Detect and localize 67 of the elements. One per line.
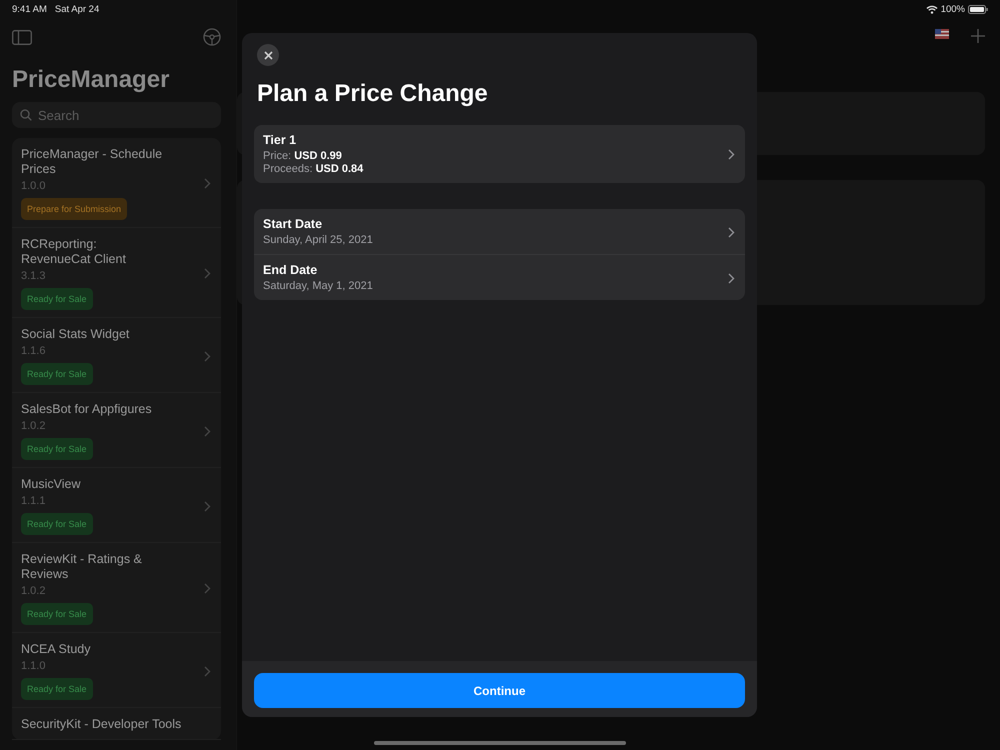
continue-button[interactable]: Continue	[254, 673, 745, 708]
plus-icon[interactable]	[971, 29, 985, 43]
status-badge: Ready for Sale	[21, 678, 93, 700]
date-value: Sunday, April 25, 2021	[263, 234, 374, 247]
tier-name: Tier 1	[263, 133, 298, 147]
status-time: 9:41 AM	[12, 4, 47, 14]
battery-percent: 100%	[940, 4, 965, 14]
chevron-icon	[728, 226, 735, 238]
status-badge: Ready for Sale	[21, 603, 93, 625]
app-list-item[interactable]: MusicView 1.1.1 Ready for Sale	[12, 468, 221, 543]
date-row[interactable]: Start Date Sunday, April 25, 2021	[254, 209, 745, 255]
status-date: Sat Apr 24	[54, 4, 100, 14]
app-list-item[interactable]: SalesBot for Appfigures 1.0.2 Ready for Sale	[12, 393, 221, 468]
chevron-icon	[204, 426, 211, 436]
status-badge: Prepare for Submission	[21, 198, 128, 220]
app-name: SecurityKit - Developer Tools	[21, 717, 182, 732]
app-list-item[interactable]: NCEA Study 1.1.0 Ready for Sale	[12, 633, 221, 708]
app-name: PriceManager - Schedule Prices	[21, 147, 163, 177]
app-version: 1.1.0	[21, 660, 46, 672]
date-value: Saturday, May 1, 2021	[263, 280, 374, 293]
app-version: 1.1.1	[21, 495, 46, 507]
app-name: SalesBot for Appfigures	[21, 402, 153, 417]
chevron-icon	[204, 583, 211, 594]
app-list-item[interactable]: ReviewKit - Ratings & Reviews 1.0.2 Ready for Sale	[12, 543, 221, 633]
chevron-icon	[204, 500, 211, 512]
chevron-icon	[204, 666, 211, 676]
chevron-icon	[728, 272, 735, 284]
battery-icon	[968, 4, 988, 14]
app-version: 3.1.3	[21, 270, 46, 282]
chevron-icon	[728, 149, 735, 160]
sidebar-toggle-icon[interactable]	[12, 30, 32, 44]
app-name: Social Stats Widget	[21, 327, 130, 342]
status-badge: Ready for Sale	[21, 438, 93, 460]
flag-icon[interactable]	[935, 29, 949, 39]
app-version: 1.0.0	[21, 180, 46, 192]
steering-wheel-icon[interactable]	[203, 28, 221, 46]
date-label: End Date	[263, 263, 318, 277]
tier-row[interactable]: Tier 1 Price: USD 0.99 Proceeds: USD 0.84	[254, 125, 745, 183]
app-version: 1.1.6	[21, 345, 46, 357]
app-title: PriceManager	[12, 66, 170, 94]
app-version: 1.0.2	[21, 420, 46, 432]
app-list-item[interactable]: Social Stats Widget 1.1.6 Ready for Sale	[12, 318, 221, 393]
app-name: RCReporting: RevenueCat Client	[21, 237, 127, 267]
app-name: MusicView	[21, 477, 82, 492]
app-version: 1.0.2	[21, 585, 46, 597]
search-icon	[20, 109, 32, 121]
app-list-item[interactable]: PriceManager - Schedule Prices 1.0.0 Prepare for Submission	[12, 138, 221, 228]
app-list-item[interactable]: SecurityKit - Developer Tools	[12, 708, 221, 740]
price-line: Price: USD 0.99	[263, 150, 343, 163]
chevron-icon	[204, 268, 211, 279]
status-badge: Ready for Sale	[21, 513, 93, 535]
wifi-icon	[926, 4, 938, 14]
close-icon	[264, 50, 272, 60]
search-field[interactable]: Search	[12, 102, 221, 128]
status-badge: Ready for Sale	[21, 288, 93, 310]
date-row[interactable]: End Date Saturday, May 1, 2021	[254, 255, 745, 300]
date-label: Start Date	[263, 217, 324, 231]
modal-title: Plan a Price Change	[257, 80, 489, 108]
app-name: ReviewKit - Ratings & Reviews	[21, 552, 143, 582]
close-button[interactable]	[257, 44, 279, 66]
price-line: Proceeds: USD 0.84	[263, 163, 364, 176]
app-name: NCEA Study	[21, 642, 92, 657]
chevron-icon	[204, 350, 211, 362]
status-badge: Ready for Sale	[21, 363, 93, 385]
app-list-item[interactable]: RCReporting: RevenueCat Client 3.1.3 Ready for Sale	[12, 228, 221, 318]
chevron-icon	[204, 178, 211, 189]
search-input[interactable]: Search	[38, 108, 188, 122]
